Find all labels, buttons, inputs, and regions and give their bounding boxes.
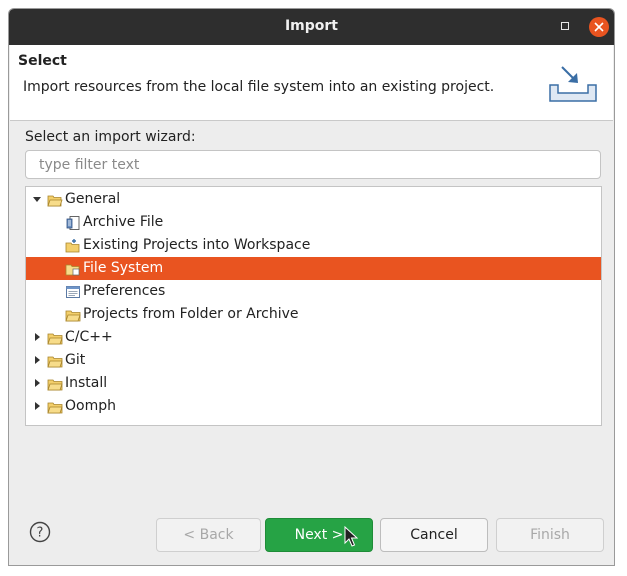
title-bar[interactable]: Import [9, 9, 614, 45]
tree-item-existing-projects-into-workspace[interactable]: Existing Projects into Workspace [26, 234, 601, 257]
finish-button[interactable]: Finish [496, 518, 604, 552]
filter-input[interactable] [25, 150, 601, 179]
folder-icon [47, 379, 63, 391]
svg-text:?: ? [37, 526, 44, 541]
tree-item-c-c[interactable]: C/C++ [26, 326, 601, 349]
wizard-label: Select an import wizard: [25, 129, 196, 145]
tree-item-label: General [65, 191, 121, 207]
back-button[interactable]: < Back [156, 518, 261, 552]
import-dialog: Import Select Import resources from the … [8, 8, 615, 566]
close-button[interactable] [589, 17, 609, 37]
mouse-pointer-icon [344, 526, 358, 547]
file-system-icon [65, 264, 80, 276]
page-title: Select [18, 53, 67, 69]
tree-item-archive-file[interactable]: Archive File [26, 211, 601, 234]
archive-file-icon [66, 216, 80, 230]
tree-item-label: Git [65, 352, 86, 368]
cancel-button[interactable]: Cancel [380, 518, 488, 552]
tree-item-label: Install [65, 375, 108, 391]
tree-item-label: File System [83, 260, 164, 276]
wizard-tree[interactable]: General Archive File Existing Projects int… [25, 186, 602, 426]
existing-projects-icon [65, 239, 80, 253]
tree-item-general[interactable]: General [26, 188, 601, 211]
folder-icon [47, 333, 63, 345]
tree-item-label: Oomph [65, 398, 116, 414]
collapsed-arrow-icon[interactable] [32, 401, 42, 411]
expanded-arrow-icon[interactable] [32, 194, 42, 204]
tree-item-file-system[interactable]: File System [26, 257, 601, 280]
help-icon[interactable]: ? [29, 521, 51, 543]
window-title: Import [284, 18, 339, 34]
folder-icon [47, 402, 63, 414]
close-icon [594, 22, 604, 32]
maximize-button[interactable] [561, 22, 569, 30]
tree-item-oomph[interactable]: Oomph [26, 395, 601, 418]
folder-icon [47, 356, 63, 368]
tree-item-label: Archive File [83, 214, 164, 230]
tree-item-label: C/C++ [65, 329, 113, 345]
tree-item-git[interactable]: Git [26, 349, 601, 372]
folder-open-icon [47, 195, 63, 207]
tree-item-label: Projects from Folder or Archive [83, 306, 299, 322]
preferences-icon [66, 286, 80, 298]
tree-item-install[interactable]: Install [26, 372, 601, 395]
projects-folder-icon [65, 310, 81, 322]
collapsed-arrow-icon[interactable] [32, 378, 42, 388]
tree-item-preferences[interactable]: Preferences [26, 280, 601, 303]
page-description: Import resources from the local file sys… [23, 79, 495, 95]
tree-item-label: Existing Projects into Workspace [83, 237, 311, 253]
tree-item-label: Preferences [83, 283, 166, 299]
collapsed-arrow-icon[interactable] [32, 355, 42, 365]
tree-item-projects-from-folder-or-archive[interactable]: Projects from Folder or Archive [26, 303, 601, 326]
import-wizard-icon [549, 66, 597, 102]
wizard-header: Select Import resources from the local f… [10, 45, 613, 121]
collapsed-arrow-icon[interactable] [32, 332, 42, 342]
